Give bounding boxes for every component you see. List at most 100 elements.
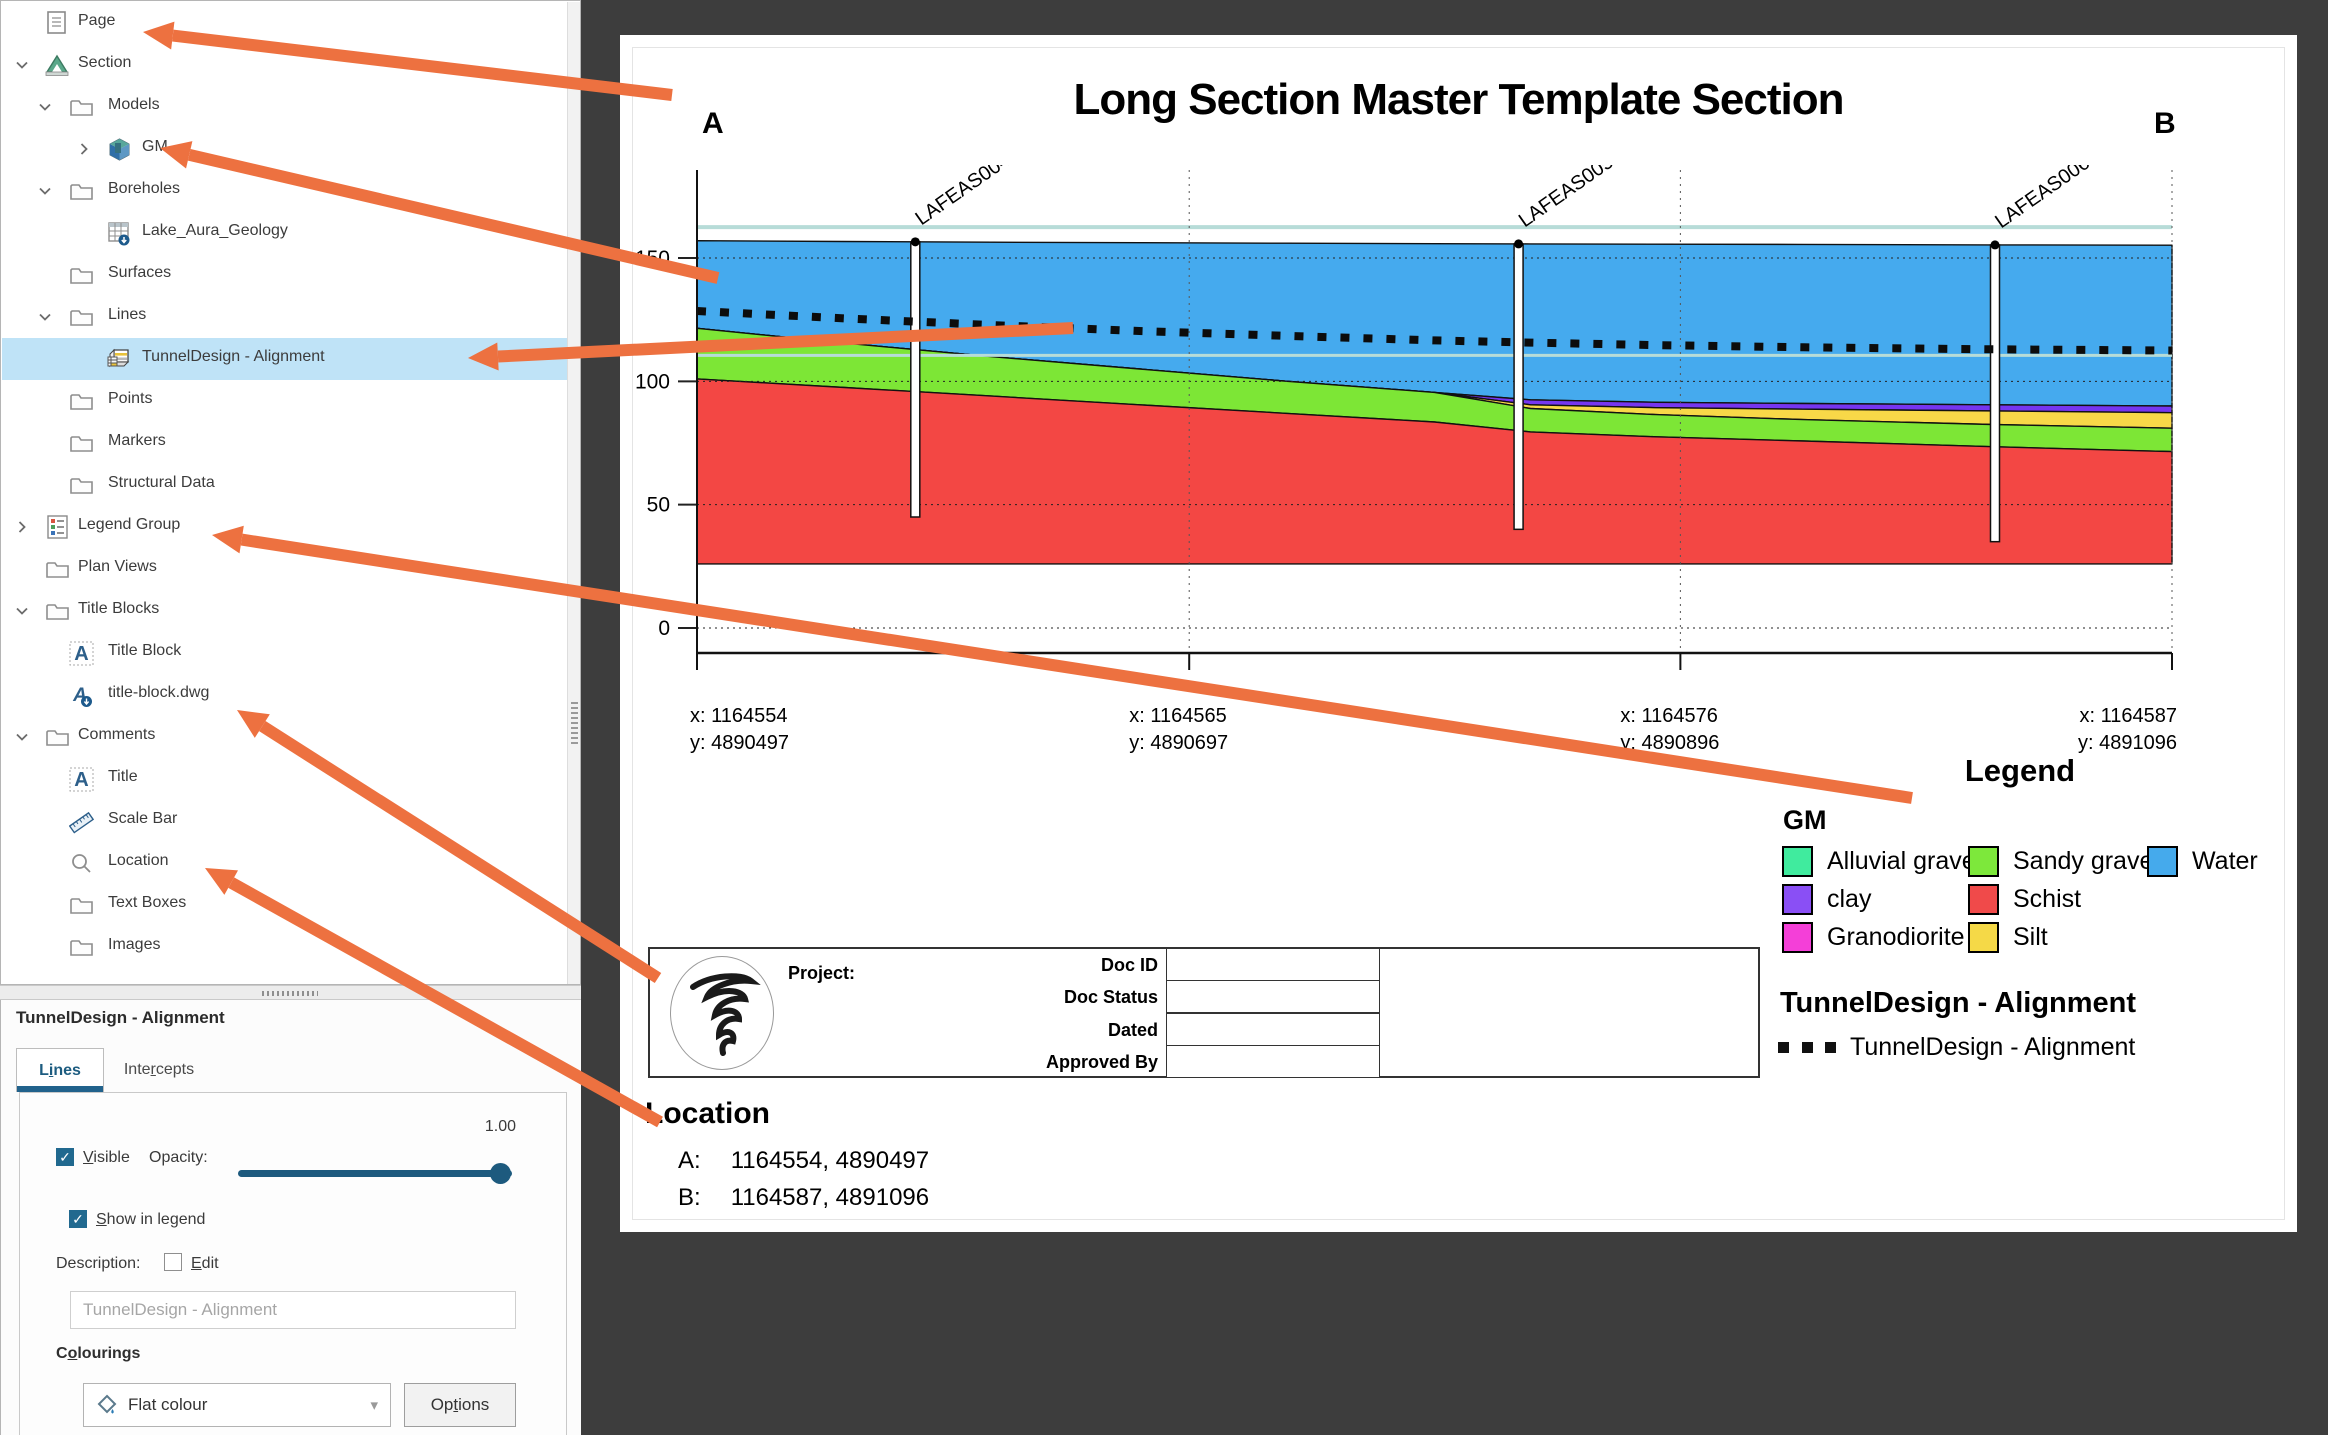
tree-item-surfaces[interactable]: Surfaces: [2, 254, 568, 296]
folder-icon: [44, 556, 70, 582]
folder-icon: [44, 598, 70, 624]
title-block-label-dated: Dated: [650, 1014, 1158, 1046]
tree-item-scale-bar[interactable]: Scale Bar: [2, 800, 568, 842]
properties-panel: TunnelDesign - Alignment Lines Intercept…: [0, 1000, 581, 1435]
expand-chevron-icon[interactable]: [12, 517, 32, 537]
tree-item-comments[interactable]: Comments: [2, 716, 568, 758]
legend-entry-water: Water: [2147, 845, 2258, 877]
tree-item-label: Page: [78, 12, 115, 30]
tab-lines[interactable]: Lines: [16, 1048, 104, 1092]
folder-icon: [68, 430, 94, 456]
tree-item-label: Comments: [78, 726, 155, 744]
y-axis-tick-label: 100: [635, 370, 670, 393]
tree-item-title-block-dwg[interactable]: Atitle-block.dwg: [2, 674, 568, 716]
colouring-value: Flat colour: [128, 1395, 207, 1415]
tree-item-label: Location: [108, 852, 169, 870]
section-coordinate-3: x: 1164587y: 4891096: [2078, 703, 2177, 757]
visible-label: Visible: [83, 1149, 130, 1167]
folder-icon: [68, 892, 94, 918]
title-block-label-doc-id: Doc ID: [650, 949, 1158, 981]
options-button[interactable]: Options: [404, 1383, 516, 1427]
tree-item-label: Title Blocks: [78, 600, 159, 618]
show-in-legend-checkbox[interactable]: ✓: [69, 1210, 87, 1228]
page-title: Long Section Master Template Section: [620, 75, 2297, 125]
tree-item-boreholes[interactable]: Boreholes: [2, 170, 568, 212]
expand-chevron-icon[interactable]: [74, 139, 94, 159]
legend-swatch: [1782, 846, 1813, 877]
borehole-label: LAFEAS004: [912, 165, 1015, 230]
tree-item-plan-views[interactable]: Plan Views: [2, 548, 568, 590]
legend-group-icon: [44, 514, 70, 540]
tree-item-text-boxes[interactable]: Text Boxes: [2, 884, 568, 926]
opacity-slider-knob[interactable]: [490, 1163, 511, 1184]
tree-item-title-blocks[interactable]: Title Blocks: [2, 590, 568, 632]
folder-icon: [68, 472, 94, 498]
edit-description-checkbox[interactable]: [164, 1253, 182, 1271]
opacity-value: 1.00: [431, 1118, 516, 1136]
tree-item-label: title-block.dwg: [108, 684, 209, 702]
chevron-down-icon: ▾: [370, 1396, 378, 1414]
legend-swatch: [1968, 846, 1999, 877]
tree-item-label: Text Boxes: [108, 894, 186, 912]
dwg-icon: A: [68, 682, 94, 708]
tree-item-label: Title Block: [108, 642, 181, 660]
collapse-chevron-icon[interactable]: [12, 601, 32, 621]
tree-item-points[interactable]: Points: [2, 380, 568, 422]
tree-item-tunneldesign-alignment[interactable]: TunnelDesign - Alignment: [2, 338, 568, 380]
text-a-icon: A: [68, 766, 94, 792]
tree-item-lines[interactable]: Lines: [2, 296, 568, 338]
gm-model-icon: [106, 136, 132, 162]
app-window: Page SectionModelsGMBoreholesLake_Aura_Ge…: [0, 0, 2328, 1435]
legend-title: Legend: [1905, 753, 2135, 789]
legend-tunnel-entry: TunnelDesign - Alignment: [1778, 1033, 2135, 1062]
collapse-chevron-icon[interactable]: [35, 307, 55, 327]
visible-checkbox[interactable]: ✓: [56, 1148, 74, 1166]
tree-scrollbar[interactable]: [567, 2, 580, 984]
folder-icon: [68, 304, 94, 330]
title-block-value-cell[interactable]: [1166, 948, 1380, 981]
legend-tunnel-heading: TunnelDesign - Alignment: [1780, 987, 2136, 1020]
tree-item-lake-aura-geology[interactable]: Lake_Aura_Geology: [2, 212, 568, 254]
tree-item-title[interactable]: ATitle: [2, 758, 568, 800]
tree-item-label: Structural Data: [108, 474, 215, 492]
tree-item-label: Surfaces: [108, 264, 171, 282]
scrollbar-thumb[interactable]: [571, 702, 578, 744]
panel-splitter[interactable]: [0, 985, 581, 1000]
tree-item-models[interactable]: Models: [2, 86, 568, 128]
tree-item-legend-group[interactable]: Legend Group: [2, 506, 568, 548]
splitter-grip-icon: [262, 991, 318, 996]
legend-entry-silt: Silt: [1968, 921, 2048, 953]
tree-item-label: Lines: [108, 306, 146, 324]
long-section-chart: 150100500LAFEAS004LAFEAS005LAFEAS006: [630, 165, 2190, 715]
title-block-value-cell[interactable]: [1166, 1013, 1380, 1046]
opacity-slider[interactable]: [238, 1170, 512, 1177]
title-block-value-cell[interactable]: [1166, 1045, 1380, 1078]
collapse-chevron-icon[interactable]: [35, 181, 55, 201]
section-coordinate-1: x: 1164565y: 4890697: [1129, 703, 1228, 757]
collapse-chevron-icon[interactable]: [35, 97, 55, 117]
tab-intercepts[interactable]: Intercepts: [104, 1048, 214, 1092]
tree-item-section[interactable]: Section: [2, 44, 568, 86]
collapse-chevron-icon[interactable]: [12, 727, 32, 747]
colouring-dropdown[interactable]: Flat colour ▾: [83, 1383, 391, 1427]
legend-entry-granodiorite: Granodiorite: [1782, 921, 1965, 953]
legend-swatch: [1968, 884, 1999, 915]
tree-item-structural-data[interactable]: Structural Data: [2, 464, 568, 506]
y-axis-tick-label: 50: [647, 494, 670, 517]
title-block-label-doc-status: Doc Status: [650, 981, 1158, 1013]
tree-item-location[interactable]: Location: [2, 842, 568, 884]
tree-item-label: Scale Bar: [108, 810, 177, 828]
tree-item-gm[interactable]: GM: [2, 128, 568, 170]
folder-icon: [68, 388, 94, 414]
title-block-value-cell[interactable]: [1166, 980, 1380, 1013]
tree-item-page[interactable]: Page: [2, 2, 568, 44]
search-icon: [68, 850, 94, 876]
collapse-chevron-icon[interactable]: [12, 55, 32, 75]
description-input[interactable]: [70, 1291, 516, 1329]
tree-item-images[interactable]: Images: [2, 926, 568, 968]
tree-item-title-block[interactable]: ATitle Block: [2, 632, 568, 674]
section-endpoint-a-label: A: [702, 107, 724, 141]
tree-item-markers[interactable]: Markers: [2, 422, 568, 464]
location-heading: Location: [645, 1097, 770, 1131]
flat-colour-icon: [96, 1394, 118, 1416]
